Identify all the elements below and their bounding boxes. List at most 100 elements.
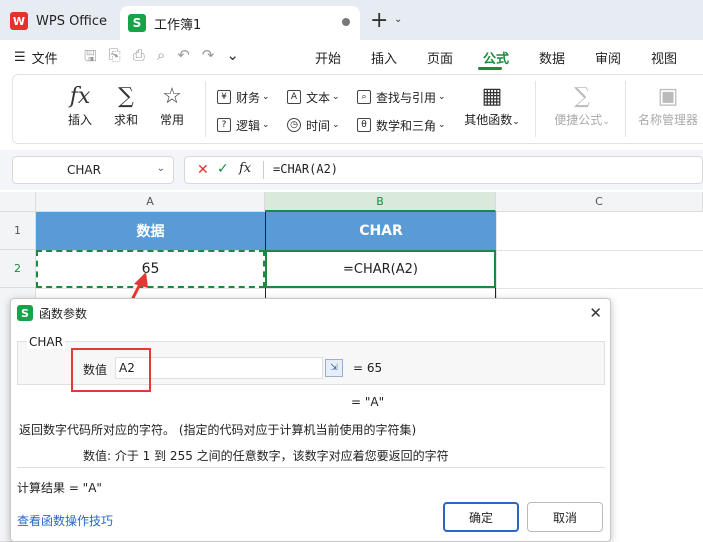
unsaved-dot-icon[interactable] bbox=[342, 18, 350, 26]
calculation-result: 计算结果 = "A" bbox=[17, 481, 102, 495]
chevron-down-icon: ⌄ bbox=[332, 92, 340, 102]
chevron-down-icon: ⌄ bbox=[262, 92, 270, 102]
cell-b1[interactable]: CHAR bbox=[265, 212, 496, 250]
finance-button[interactable]: ¥ 财务 ⌄ bbox=[217, 87, 270, 107]
lookup-label: 查找与引用 bbox=[376, 90, 437, 105]
chevron-down-icon: ⌄ bbox=[438, 120, 446, 130]
logic-icon: ? bbox=[217, 118, 231, 132]
tab-tools[interactable]: 工 bbox=[692, 48, 703, 67]
formulas-ribbon: fx 插入 ∑ 求和 ☆ 常用 ¥ 财务 ⌄ ? 逻辑 ⌄ A 文本 ⌄ ◷ 时… bbox=[12, 74, 703, 144]
chevron-down-icon: ⌄ bbox=[512, 117, 520, 127]
quick-formula-button[interactable]: ∑ 便捷公式⌄ bbox=[547, 83, 617, 128]
ribbon-tabs: 开始 插入 页面 公式 数据 审阅 视图 工 bbox=[300, 48, 703, 67]
cell-a1[interactable]: 数据 bbox=[36, 212, 265, 250]
document-tab-label: 工作簿1 bbox=[154, 17, 202, 33]
print-icon[interactable]: ⎙ bbox=[133, 46, 145, 71]
tab-review[interactable]: 审阅 bbox=[580, 48, 636, 67]
text-icon: A bbox=[287, 90, 301, 104]
active-tab-indicator bbox=[478, 67, 502, 70]
tab-view[interactable]: 视图 bbox=[636, 48, 692, 67]
wps-office-label: WPS Office bbox=[36, 13, 108, 29]
cancel-button[interactable]: 取消 bbox=[527, 502, 603, 532]
finance-label: 财务 bbox=[236, 90, 261, 105]
tab-insert[interactable]: 插入 bbox=[356, 48, 412, 67]
other-functions-button[interactable]: ▦ 其他函数⌄ bbox=[459, 83, 525, 128]
file-menu[interactable]: ☰ 文件 bbox=[14, 48, 58, 67]
quick-access-toolbar: 🖫 ⎘ ⎙ ⌕ ↶ ↷ ⌄ bbox=[84, 46, 239, 71]
redo-icon[interactable]: ↷ bbox=[202, 46, 215, 71]
title-bar: W WPS Office S 工作簿1 + ⌄ bbox=[0, 0, 703, 40]
common-functions-label: 常用 bbox=[159, 113, 184, 127]
name-manager-icon: ▣ bbox=[657, 84, 679, 109]
argument-result: = 65 bbox=[353, 361, 383, 375]
document-tab[interactable]: S 工作簿1 bbox=[120, 6, 360, 40]
other-functions-label: 其他函数 bbox=[464, 113, 513, 127]
insert-function-label: 插入 bbox=[67, 113, 92, 127]
function-tips-link[interactable]: 查看函数操作技巧 bbox=[17, 512, 113, 529]
save-icon[interactable]: 🖫 bbox=[84, 46, 97, 71]
tab-home[interactable]: 开始 bbox=[300, 48, 356, 67]
chevron-down-icon: ⌄ bbox=[438, 92, 446, 102]
math-icon: θ bbox=[357, 118, 371, 132]
time-button[interactable]: ◷ 时间 ⌄ bbox=[287, 115, 340, 135]
name-manager-label: 名称管理器 bbox=[637, 113, 698, 127]
formula-input[interactable]: ✕ ✓ fx =CHAR(A2) bbox=[184, 156, 703, 184]
lookup-icon: ⌕ bbox=[357, 90, 371, 104]
common-functions-button[interactable]: ☆ 常用 bbox=[147, 83, 197, 128]
column-header-c[interactable]: C bbox=[496, 192, 703, 212]
ok-button[interactable]: 确定 bbox=[443, 502, 519, 532]
cancel-icon[interactable]: ✕ bbox=[197, 162, 209, 178]
lookup-button[interactable]: ⌕ 查找与引用 ⌄ bbox=[357, 87, 446, 107]
autosum-button[interactable]: ∑ 求和 bbox=[101, 83, 151, 128]
wps-office-tab[interactable]: W WPS Office bbox=[10, 6, 114, 36]
dialog-title-bar[interactable]: S 函数参数 ✕ bbox=[11, 299, 610, 327]
logic-label: 逻辑 bbox=[236, 118, 261, 133]
math-label: 数学和三角 bbox=[376, 118, 437, 133]
close-icon[interactable]: ✕ bbox=[589, 304, 602, 322]
share-icon[interactable]: ⎘ bbox=[109, 46, 121, 71]
star-icon: ☆ bbox=[162, 84, 182, 109]
tab-formulas[interactable]: 公式 bbox=[468, 48, 524, 67]
tab-data[interactable]: 数据 bbox=[524, 48, 580, 67]
menu-bar: ☰ 文件 🖫 ⎘ ⎙ ⌕ ↶ ↷ ⌄ 开始 插入 页面 公式 数据 审阅 视图 … bbox=[0, 40, 703, 72]
undo-icon[interactable]: ↶ bbox=[177, 46, 190, 71]
tab-page[interactable]: 页面 bbox=[412, 48, 468, 67]
math-button[interactable]: θ 数学和三角 ⌄ bbox=[357, 115, 446, 135]
formula-result-preview: = "A" bbox=[351, 395, 385, 409]
text-button[interactable]: A 文本 ⌄ bbox=[287, 87, 340, 107]
argument-description: 数值: 介于 1 到 255 之间的任意数字，该数字对应着您要返回的字符 bbox=[83, 449, 449, 463]
chevron-down-icon: ⌄ bbox=[332, 120, 340, 130]
ribbon-divider bbox=[535, 81, 536, 137]
chevron-down-icon: ⌄ bbox=[602, 117, 610, 127]
highlight-box bbox=[71, 348, 151, 392]
function-arguments-dialog: S 函数参数 ✕ CHAR 数值 A2 ⇲ = 65 = "A" 返回数字代码所… bbox=[10, 298, 611, 542]
name-manager-button[interactable]: ▣ 名称管理器 bbox=[633, 83, 703, 128]
sigma-icon: ∑ bbox=[118, 84, 134, 109]
ribbon-divider bbox=[625, 81, 626, 137]
name-box[interactable]: CHAR ⌄ bbox=[12, 156, 174, 184]
formula-text[interactable]: =CHAR(A2) bbox=[273, 162, 338, 176]
quick-sum-icon: ∑ bbox=[574, 84, 590, 109]
more-chevron-icon[interactable]: ⌄ bbox=[226, 46, 239, 71]
fx-icon: fx bbox=[69, 84, 91, 109]
spreadsheet-logo-icon: S bbox=[17, 305, 33, 321]
fx-icon[interactable]: fx bbox=[239, 161, 251, 176]
check-icon[interactable]: ✓ bbox=[217, 161, 229, 177]
preview-icon[interactable]: ⌕ bbox=[157, 46, 165, 71]
chevron-down-icon[interactable]: ⌄ bbox=[157, 163, 165, 174]
file-menu-label: 文件 bbox=[31, 52, 58, 67]
column-header-b[interactable]: B bbox=[265, 192, 496, 212]
column-header-a[interactable]: A bbox=[36, 192, 265, 212]
new-tab-plus-icon[interactable]: + bbox=[370, 8, 388, 33]
row-header-1[interactable]: 1 bbox=[0, 212, 36, 250]
chevron-down-icon[interactable]: ⌄ bbox=[394, 14, 402, 25]
name-box-value: CHAR bbox=[67, 163, 101, 177]
row-header-2[interactable]: 2 bbox=[0, 250, 36, 288]
cell-b2[interactable]: =CHAR(A2) bbox=[265, 250, 496, 288]
insert-function-button[interactable]: fx 插入 bbox=[55, 83, 105, 128]
logic-button[interactable]: ? 逻辑 ⌄ bbox=[217, 115, 270, 135]
dialog-title: 函数参数 bbox=[39, 306, 88, 321]
collapse-dialog-icon[interactable]: ⇲ bbox=[325, 359, 343, 377]
function-description: 返回数字代码所对应的字符。 (指定的代码对应于计算机当前使用的字符集) bbox=[19, 423, 417, 437]
select-all-corner[interactable] bbox=[0, 192, 36, 212]
